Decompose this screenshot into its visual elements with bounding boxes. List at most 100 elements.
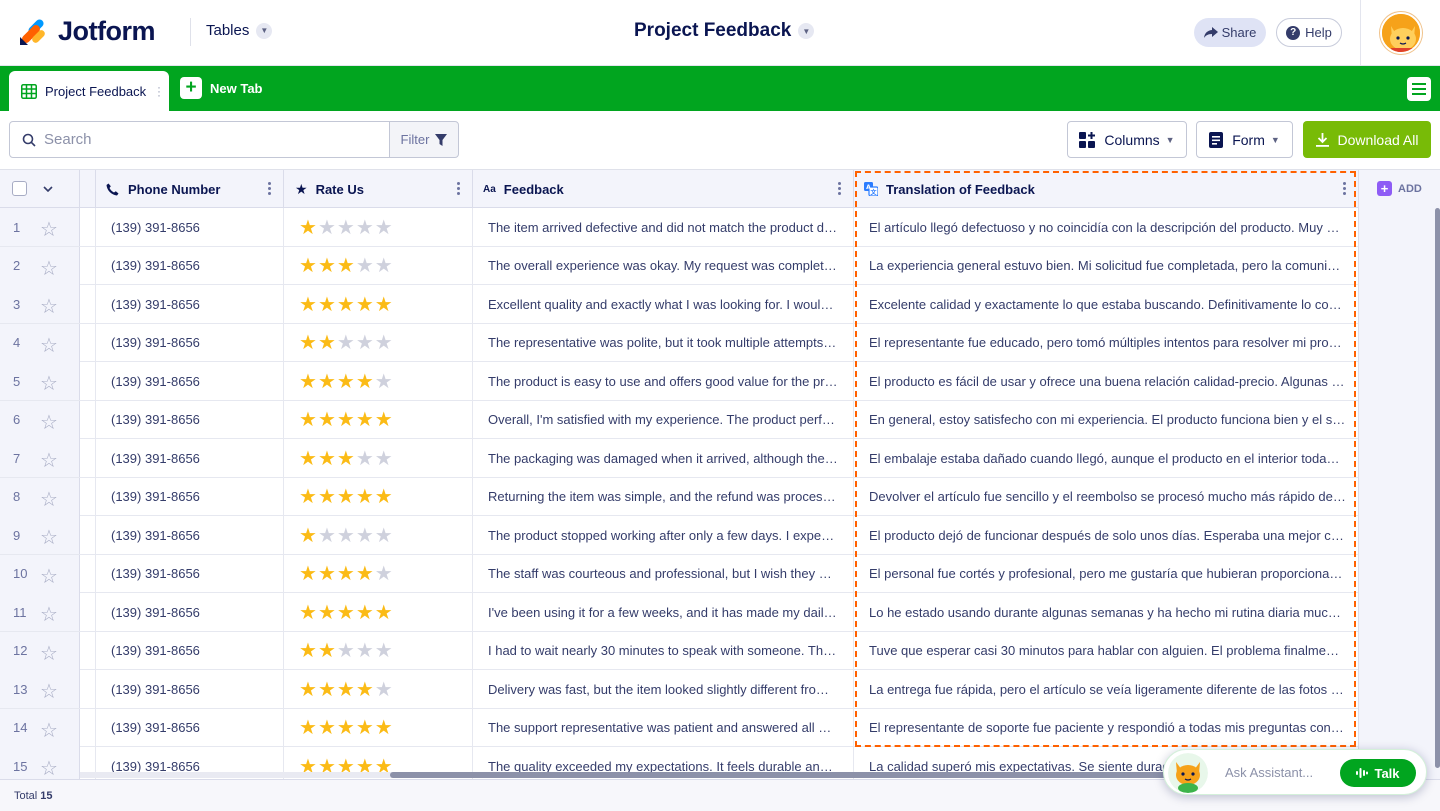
phone-cell[interactable]: (139) 391-8656 [96, 477, 284, 516]
phone-cell[interactable]: (139) 391-8656 [96, 208, 284, 246]
table-row[interactable]: 9 ☆ (139) 391-8656 ★ ★ ★ ★ ★ The product stopped… [0, 516, 1358, 555]
rating-star-icon[interactable]: ★ [356, 330, 375, 355]
rating-star-icon[interactable]: ★ [337, 369, 356, 394]
rating-cell[interactable]: ★ ★ ★ ★ ★ [284, 708, 473, 747]
table-row[interactable]: 10 ☆ (139) 391-8656 ★ ★ ★ ★ ★ The staff was cour… [0, 554, 1358, 593]
rating-star-icon[interactable]: ★ [318, 600, 337, 625]
rating-star-icon[interactable]: ★ [356, 600, 375, 625]
rating-star-icon[interactable]: ★ [337, 523, 356, 548]
feedback-cell[interactable]: Delivery was fast, but the item looked s… [473, 670, 854, 708]
feedback-cell[interactable]: Returning the item was simple, and the r… [473, 477, 854, 516]
rating-star-icon[interactable]: ★ [375, 446, 394, 471]
rating-cell[interactable]: ★ ★ ★ ★ ★ [284, 208, 473, 246]
rating-star-icon[interactable]: ★ [299, 600, 318, 625]
rating-star-icon[interactable]: ★ [356, 369, 375, 394]
translation-cell[interactable]: El producto dejó de funcionar después de… [854, 516, 1358, 554]
rating-star-icon[interactable]: ★ [356, 446, 375, 471]
rating-cell[interactable]: ★ ★ ★ ★ ★ [284, 670, 473, 708]
favorite-star-icon[interactable]: ☆ [40, 333, 58, 358]
rating-star-icon[interactable]: ★ [375, 677, 394, 702]
rating-star-icon[interactable]: ★ [356, 253, 375, 278]
rating-star-icon[interactable]: ★ [318, 561, 337, 586]
translation-cell[interactable]: Excelente calidad y exactamente lo que e… [854, 285, 1358, 323]
feedback-cell[interactable]: The item arrived defective and did not m… [473, 208, 854, 246]
phone-cell[interactable]: (139) 391-8656 [96, 708, 284, 747]
column-options-icon[interactable] [268, 182, 271, 197]
table-title-dropdown[interactable]: Project Feedback ▼ [634, 20, 815, 42]
column-header-feedback[interactable]: Aa Feedback [473, 170, 854, 208]
rating-cell[interactable]: ★ ★ ★ ★ ★ [284, 631, 473, 670]
rating-star-icon[interactable]: ★ [299, 292, 318, 317]
rating-star-icon[interactable]: ★ [356, 292, 375, 317]
table-row[interactable]: 14 ☆ (139) 391-8656 ★ ★ ★ ★ ★ The support repres… [0, 708, 1358, 747]
rating-star-icon[interactable]: ★ [299, 484, 318, 509]
jotform-logo[interactable]: Jotform [18, 16, 156, 47]
favorite-star-icon[interactable]: ☆ [40, 217, 58, 242]
share-button[interactable]: Share [1194, 18, 1266, 47]
rating-star-icon[interactable]: ★ [299, 215, 318, 240]
rating-star-icon[interactable]: ★ [318, 215, 337, 240]
rating-star-icon[interactable]: ★ [337, 407, 356, 432]
phone-cell[interactable]: (139) 391-8656 [96, 323, 284, 362]
phone-cell[interactable]: (139) 391-8656 [96, 246, 284, 285]
translation-cell[interactable]: El personal fue cortés y profesional, pe… [854, 555, 1358, 593]
favorite-star-icon[interactable]: ☆ [40, 756, 58, 781]
column-options-icon[interactable] [457, 182, 460, 197]
rating-star-icon[interactable]: ★ [375, 407, 394, 432]
rating-star-icon[interactable]: ★ [375, 292, 394, 317]
search-input[interactable] [44, 131, 374, 148]
phone-cell[interactable]: (139) 391-8656 [96, 285, 284, 323]
form-button[interactable]: Form ▼ [1196, 121, 1293, 158]
favorite-star-icon[interactable]: ☆ [40, 410, 58, 435]
translation-cell[interactable]: El embalaje estaba dañado cuando llegó, … [854, 439, 1358, 477]
rating-cell[interactable]: ★ ★ ★ ★ ★ [284, 400, 473, 439]
tab-options-icon[interactable]: · · · [157, 81, 161, 101]
feedback-cell[interactable]: The product is easy to use and offers go… [473, 362, 854, 400]
rating-star-icon[interactable]: ★ [318, 446, 337, 471]
rating-star-icon[interactable]: ★ [299, 330, 318, 355]
phone-cell[interactable]: (139) 391-8656 [96, 439, 284, 477]
feedback-cell[interactable]: The support representative was patient a… [473, 708, 854, 747]
rating-star-icon[interactable]: ★ [318, 253, 337, 278]
rating-star-icon[interactable]: ★ [356, 638, 375, 663]
favorite-star-icon[interactable]: ☆ [40, 564, 58, 589]
rating-star-icon[interactable]: ★ [299, 561, 318, 586]
rating-star-icon[interactable]: ★ [318, 677, 337, 702]
favorite-star-icon[interactable]: ☆ [40, 487, 58, 512]
favorite-star-icon[interactable]: ☆ [40, 718, 58, 743]
column-header-translation[interactable]: A 文 Translation of Feedback [854, 170, 1358, 208]
favorite-star-icon[interactable]: ☆ [40, 448, 58, 473]
rating-star-icon[interactable]: ★ [375, 484, 394, 509]
table-row[interactable]: 13 ☆ (139) 391-8656 ★ ★ ★ ★ ★ Delivery was fast,… [0, 670, 1358, 709]
feedback-cell[interactable]: Overall, I'm satisfied with my experienc… [473, 400, 854, 439]
translation-cell[interactable]: La entrega fue rápida, pero el artículo … [854, 670, 1358, 708]
rating-star-icon[interactable]: ★ [356, 677, 375, 702]
rating-star-icon[interactable]: ★ [318, 715, 337, 740]
column-options-icon[interactable] [838, 182, 841, 197]
rating-cell[interactable]: ★ ★ ★ ★ ★ [284, 285, 473, 323]
rating-star-icon[interactable]: ★ [318, 523, 337, 548]
rating-star-icon[interactable]: ★ [356, 215, 375, 240]
table-row[interactable]: 11 ☆ (139) 391-8656 ★ ★ ★ ★ ★ I've been using it… [0, 593, 1358, 632]
translation-cell[interactable]: Devolver el artículo fue sencillo y el r… [854, 478, 1358, 516]
translation-cell[interactable]: El artículo llegó defectuoso y no coinci… [854, 208, 1358, 246]
feedback-cell[interactable]: The overall experience was okay. My requ… [473, 246, 854, 285]
rating-star-icon[interactable]: ★ [318, 638, 337, 663]
rating-star-icon[interactable]: ★ [356, 561, 375, 586]
phone-cell[interactable]: (139) 391-8656 [96, 362, 284, 400]
rating-star-icon[interactable]: ★ [356, 715, 375, 740]
rating-star-icon[interactable]: ★ [375, 330, 394, 355]
rating-star-icon[interactable]: ★ [318, 292, 337, 317]
rating-cell[interactable]: ★ ★ ★ ★ ★ [284, 593, 473, 631]
feedback-cell[interactable]: The representative was polite, but it to… [473, 323, 854, 362]
rating-star-icon[interactable]: ★ [356, 523, 375, 548]
rating-cell[interactable]: ★ ★ ★ ★ ★ [284, 439, 473, 477]
rating-star-icon[interactable]: ★ [299, 369, 318, 394]
rating-star-icon[interactable]: ★ [318, 484, 337, 509]
rating-star-icon[interactable]: ★ [299, 407, 318, 432]
rating-star-icon[interactable]: ★ [337, 677, 356, 702]
rating-star-icon[interactable]: ★ [299, 523, 318, 548]
rating-star-icon[interactable]: ★ [318, 407, 337, 432]
rating-star-icon[interactable]: ★ [337, 292, 356, 317]
rating-star-icon[interactable]: ★ [337, 638, 356, 663]
